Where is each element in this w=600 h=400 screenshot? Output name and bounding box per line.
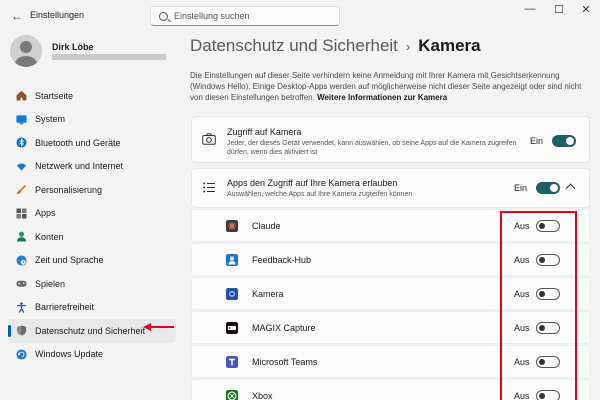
camera-access-subtitle: Jeder, der dieses Gerät verwendet, kann … (227, 140, 517, 156)
camera-app-icon (226, 288, 238, 300)
page-title: Kamera (418, 36, 481, 55)
sidebar-item-zeit-sprache[interactable]: Zeit und Sprache (8, 249, 176, 273)
feedback-hub-icon (226, 254, 238, 266)
user-name: Dirk Löbe (52, 42, 94, 52)
update-icon (16, 349, 27, 360)
sidebar-item-label: System (35, 114, 66, 125)
apps-access-card[interactable]: Apps den Zugriff auf Ihre Kamera erlaube… (191, 168, 590, 208)
brush-icon (16, 185, 27, 195)
sidebar-item-label: Apps (35, 208, 56, 219)
teams-icon (226, 356, 238, 368)
apps-access-subtitle: Auswählen, welche Apps auf Ihre Kamera z… (227, 191, 413, 198)
avatar[interactable] (10, 35, 42, 67)
app-name: Xbox (252, 391, 273, 400)
page-description: Die Einstellungen auf dieser Seite verhi… (190, 70, 590, 103)
app-name: Kamera (252, 289, 284, 299)
close-button[interactable]: ✕ (576, 3, 596, 16)
title-bar: ← Einstellungen Einstellung suchen — ☐ ✕ (0, 0, 600, 30)
annotation-highlight-box (500, 211, 577, 400)
app-name: Feedback-Hub (252, 255, 312, 265)
apps-icon (16, 208, 27, 219)
sidebar-item-spielen[interactable]: Spielen (8, 272, 176, 296)
sidebar-item-label: Konten (35, 231, 64, 242)
camera-access-title: Zugriff auf Kamera (227, 127, 302, 137)
user-email-redacted (52, 54, 166, 60)
sidebar-item-label: Netzwerk und Internet (35, 161, 124, 172)
breadcrumb-separator: › (405, 38, 411, 54)
accessibility-icon (16, 302, 27, 313)
sidebar-item-system[interactable]: System (8, 108, 176, 132)
sidebar-item-label: Zeit und Sprache (35, 255, 104, 266)
sidebar-item-apps[interactable]: Apps (8, 202, 176, 226)
wifi-icon (16, 163, 27, 171)
search-box[interactable]: Einstellung suchen (150, 6, 340, 26)
bluetooth-icon (16, 137, 27, 148)
xbox-icon (226, 390, 238, 400)
sidebar-item-label: Barrierefreiheit (35, 302, 95, 313)
sidebar-item-personalisierung[interactable]: Personalisierung (8, 178, 176, 202)
camera-access-status: Ein (530, 136, 544, 146)
app-title: Einstellungen (30, 10, 85, 20)
sidebar-item-label: Bluetooth und Geräte (35, 137, 121, 148)
sidebar-item-startseite[interactable]: Startseite (8, 84, 176, 108)
person-icon (16, 231, 27, 242)
monitor-icon (16, 115, 27, 125)
sidebar-item-konten[interactable]: Konten (8, 225, 176, 249)
home-icon (16, 91, 27, 101)
sidebar-item-label: Windows Update (35, 349, 104, 360)
apps-access-title: Apps den Zugriff auf Ihre Kamera erlaube… (227, 178, 398, 188)
shield-icon (16, 325, 27, 336)
camera-access-toggle[interactable] (552, 135, 576, 147)
list-icon (203, 182, 215, 193)
sidebar-item-barrierefreiheit[interactable]: Barrierefreiheit (8, 296, 176, 320)
sidebar-item-label: Personalisierung (35, 184, 103, 195)
minimize-button[interactable]: — (520, 3, 540, 15)
sidebar-item-label: Startseite (35, 90, 74, 101)
sidebar-item-label: Datenschutz und Sicherheit (35, 325, 146, 336)
magix-icon (226, 322, 238, 334)
breadcrumb-parent[interactable]: Datenschutz und Sicherheit (190, 36, 398, 56)
app-name: MAGIX Capture (252, 323, 316, 333)
claude-icon (226, 220, 238, 232)
apps-access-status: Ein (514, 183, 528, 193)
annotation-arrow (143, 323, 174, 331)
search-input[interactable]: Einstellung suchen (174, 11, 250, 21)
app-name: Microsoft Teams (252, 357, 318, 367)
maximize-button[interactable]: ☐ (549, 3, 569, 16)
globe-clock-icon (16, 255, 27, 266)
app-name: Claude (252, 221, 281, 231)
sidebar-item-bluetooth[interactable]: Bluetooth und Geräte (8, 131, 176, 155)
back-button[interactable]: ← (10, 9, 24, 23)
gamepad-icon (16, 281, 27, 287)
sidebar-item-windows-update[interactable]: Windows Update (8, 343, 176, 367)
learn-more-link[interactable]: Weitere Informationen zur Kamera (317, 93, 447, 102)
sidebar-item-netzwerk[interactable]: Netzwerk und Internet (8, 155, 176, 179)
breadcrumb: Datenschutz und Sicherheit › Kamera (190, 36, 481, 56)
apps-access-toggle[interactable] (536, 182, 560, 194)
sidebar-item-label: Spielen (35, 278, 66, 289)
camera-icon (202, 133, 216, 145)
camera-access-card: Zugriff auf Kamera Jeder, der dieses Ger… (191, 116, 590, 163)
search-icon (159, 11, 168, 21)
